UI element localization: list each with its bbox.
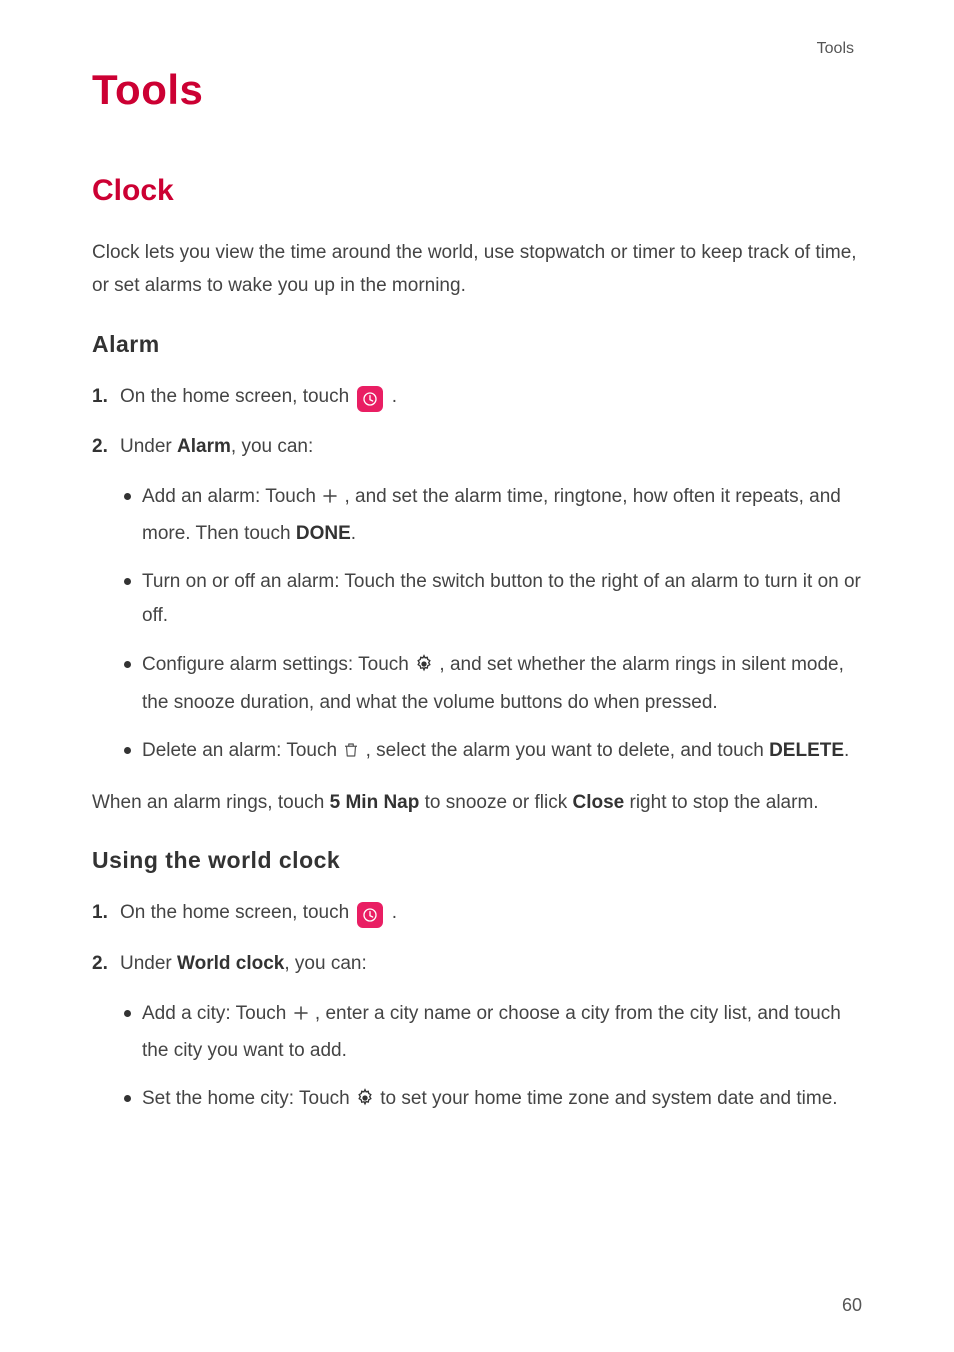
step-text: On the home screen, touch [120,902,354,923]
gear-icon [414,652,434,686]
step-text: On the home screen, touch [120,386,354,407]
plus-icon [292,1000,310,1034]
clock-app-icon [357,386,383,412]
clock-app-icon [357,902,383,928]
list-item: Delete an alarm: Touch , select the alar… [124,734,862,772]
step-number: 2. [92,430,108,464]
alarm-footer-text: When an alarm rings, touch 5 Min Nap to … [92,786,862,819]
step-text-bold: World clock [177,953,284,974]
bullet-text: Configure alarm settings: Touch [142,654,414,675]
bullet-text: to set your home time zone and system da… [380,1088,837,1109]
step-text-pre: Under [120,953,177,974]
footer-bold: 5 Min Nap [330,792,420,813]
footer-bold: Close [572,792,624,813]
subsection-heading-alarm: Alarm [92,331,862,358]
alarm-step-1: 1. On the home screen, touch . [92,380,862,414]
list-item: Configure alarm settings: Touch , and se… [124,648,862,720]
list-item: Add an alarm: Touch , and set the alarm … [124,480,862,551]
bullet-text: Delete an alarm: Touch [142,740,342,761]
plus-icon [321,483,339,517]
step-number: 2. [92,947,108,981]
bullet-bold: DELETE [769,740,844,761]
step-text-post: , you can: [231,436,313,457]
bullet-text: Turn on or off an alarm: Touch the switc… [142,571,861,626]
bullet-text: . [351,523,356,544]
list-item: Turn on or off an alarm: Touch the switc… [124,565,862,633]
bullet-text: , select the alarm you want to delete, a… [366,740,769,761]
step-text-post: , you can: [284,953,366,974]
footer-text: When an alarm rings, touch [92,792,330,813]
trash-icon [342,738,360,772]
step-text-after: . [392,386,397,407]
step-number: 1. [92,896,108,930]
world-bullet-list: Add a city: Touch , enter a city name or… [92,997,862,1121]
world-step-1: 1. On the home screen, touch . [92,896,862,930]
bullet-text: Add a city: Touch [142,1003,292,1024]
bullet-text: Set the home city: Touch [142,1088,355,1109]
page-number: 60 [842,1295,862,1316]
page-title: Tools [92,66,862,114]
footer-text: to snooze or flick [419,792,572,813]
world-step-2: 2. Under World clock, you can: [92,947,862,981]
gear-icon [355,1086,375,1120]
alarm-bullet-list: Add an alarm: Touch , and set the alarm … [92,480,862,772]
alarm-step-2: 2. Under Alarm, you can: [92,430,862,464]
step-text-bold: Alarm [177,436,231,457]
footer-text: right to stop the alarm. [624,792,818,813]
bullet-bold: DONE [296,523,351,544]
list-item: Set the home city: Touch to set your hom… [124,1082,862,1120]
list-item: Add a city: Touch , enter a city name or… [124,997,862,1068]
step-text-after: . [392,902,397,923]
step-text-pre: Under [120,436,177,457]
bullet-text: Add an alarm: Touch [142,486,321,507]
subsection-heading-world-clock: Using the world clock [92,847,862,874]
bullet-text: . [844,740,849,761]
header-section-label: Tools [92,40,862,58]
step-number: 1. [92,380,108,414]
section-heading-clock: Clock [92,174,862,208]
clock-intro: Clock lets you view the time around the … [92,236,862,303]
